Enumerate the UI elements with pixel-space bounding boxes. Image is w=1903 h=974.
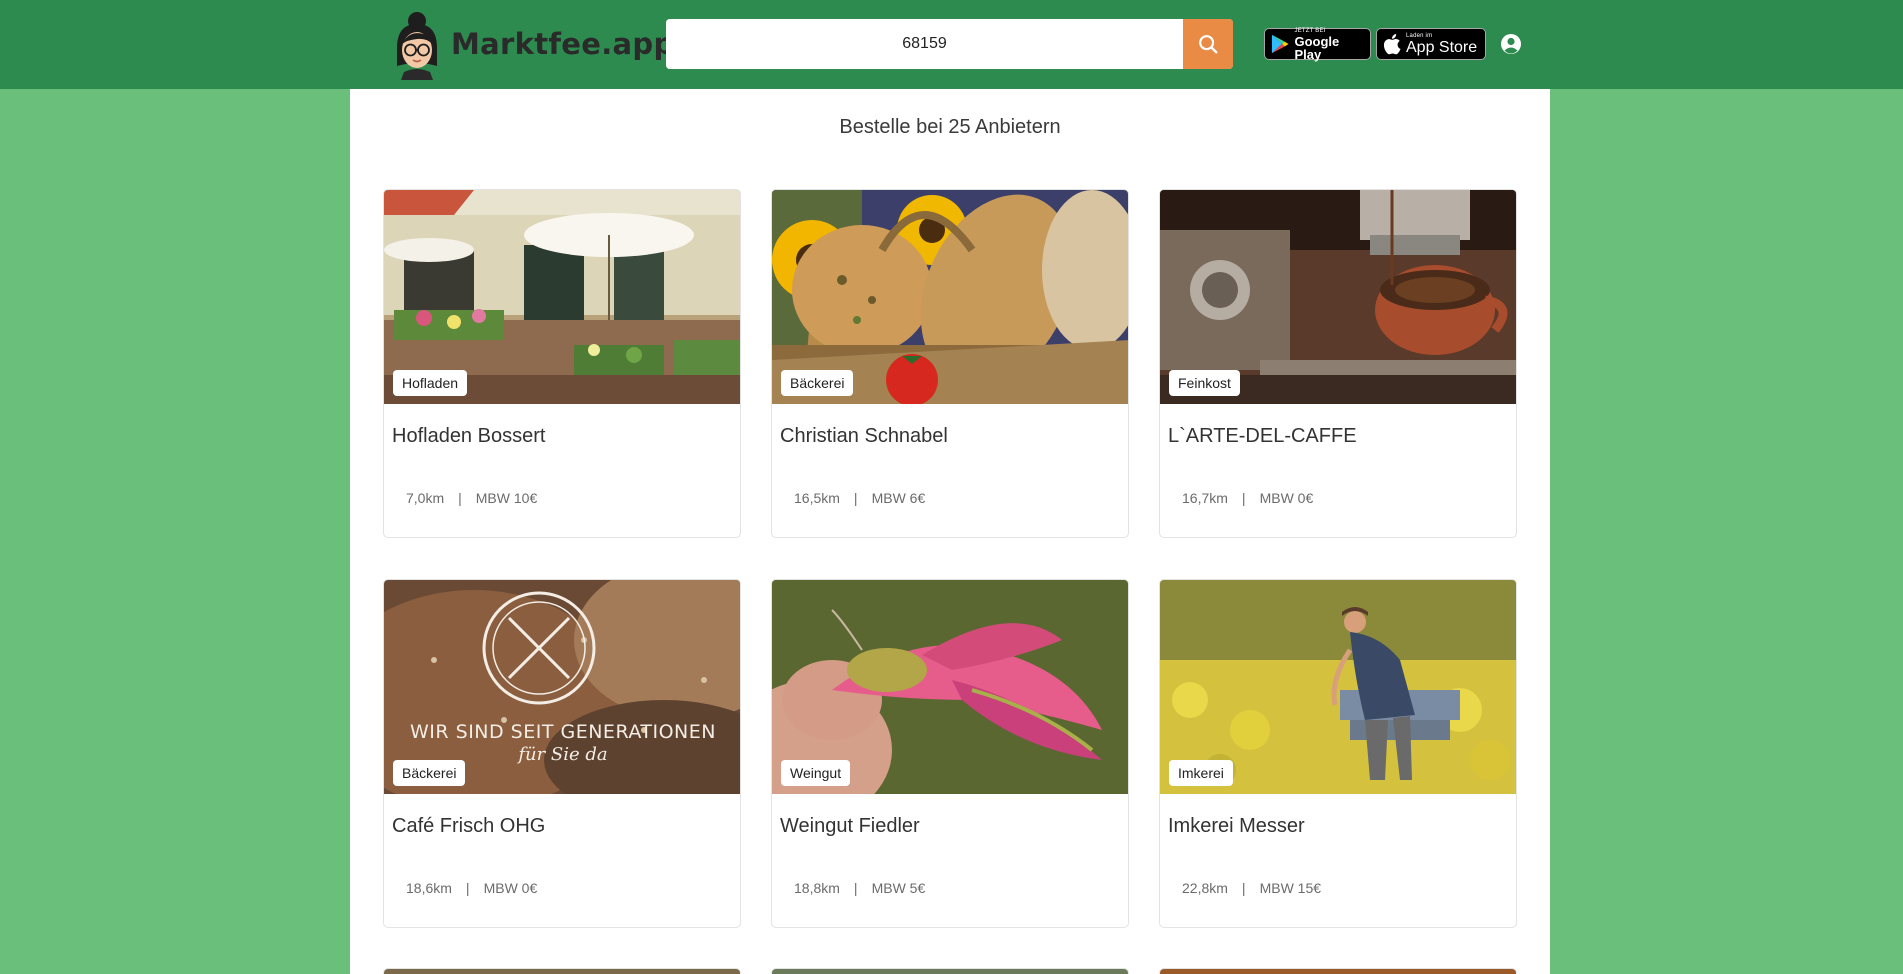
app-store-badge-label: App Store (1406, 38, 1478, 56)
app-store-badge[interactable]: Laden im App Store (1376, 28, 1486, 60)
vendor-distance: 18,8km (794, 880, 840, 896)
vendor-name: Café Frisch OHG (392, 815, 546, 837)
logo-avatar-icon (389, 8, 445, 80)
vendor-distance: 7,0km (406, 490, 445, 506)
vendor-card[interactable] (1159, 968, 1517, 974)
vendor-name: Hofladen Bossert (392, 425, 546, 447)
meta-separator: | (853, 490, 858, 506)
category-badge: Weingut (781, 760, 851, 786)
meta-separator: | (458, 490, 462, 506)
search-icon (1199, 35, 1218, 54)
brand-name: Marktfee.app (451, 27, 675, 61)
vendor-distance: 22,8km (1182, 880, 1228, 896)
vendor-meta: 7,0km | MBW 10€ (406, 490, 537, 506)
vendor-name: Imkerei Messer (1168, 815, 1305, 837)
vendor-distance: 18,6km (406, 880, 452, 896)
vendor-name: Christian Schnabel (780, 425, 948, 447)
brand-logo[interactable]: Marktfee.app (389, 8, 675, 80)
category-badge: Bäckerei (781, 370, 854, 396)
meta-separator: | (1241, 880, 1246, 896)
vendor-image: Bäckerei (772, 190, 1128, 404)
vendor-card[interactable]: Hofladen Hofladen Bossert 7,0km | MBW 10… (383, 189, 741, 538)
meta-separator: | (1241, 490, 1246, 506)
vendor-distance: 16,5km (794, 490, 840, 506)
postcode-search-input[interactable] (666, 19, 1183, 69)
vendor-meta: 16,5km | MBW 6€ (794, 490, 925, 506)
vendor-min-order: MBW 10€ (475, 490, 538, 506)
image-overlay-text: WIR SIND SEIT GENERATIONEN (410, 721, 716, 743)
app-store-badge-small-text: Laden im (1406, 32, 1433, 39)
page-title: Bestelle bei 25 Anbietern (839, 116, 1061, 138)
google-play-badge[interactable]: JETZT BEI Google Play (1264, 27, 1371, 62)
google-play-icon (1271, 34, 1289, 54)
vendor-card[interactable]: Bäckerei Christian Schnabel 16,5km | MBW… (771, 189, 1129, 538)
category-badge: Hofladen (393, 370, 468, 396)
vendor-distance: 16,7km (1182, 490, 1228, 506)
vendor-card[interactable]: Imkerei Imkerei Messer 22,8km | MBW 15€ (1159, 579, 1517, 928)
category-badge: Feinkost (1169, 370, 1240, 396)
vendor-min-order: MBW 6€ (871, 490, 926, 506)
vendor-card[interactable]: Weingut Weingut Fiedler 18,8km | MBW 5€ (771, 579, 1129, 928)
vendor-image: Weingut (772, 580, 1128, 794)
vendor-min-order: MBW 15€ (1259, 880, 1322, 896)
vendor-meta: 16,7km | MBW 0€ (1182, 490, 1313, 506)
vendor-image: WIR SIND SEIT GENERATIONEN für Sie da Bä… (384, 580, 740, 794)
google-play-badge-small-text: JETZT BEI (1294, 27, 1326, 34)
vendor-image: Feinkost (1160, 190, 1516, 404)
vendor-min-order: MBW 5€ (871, 880, 926, 896)
search-button[interactable] (1183, 19, 1233, 69)
user-circle-icon[interactable] (1500, 33, 1522, 55)
vendor-image: Imkerei (1160, 580, 1516, 794)
vendor-image (384, 969, 740, 974)
vendor-image (1160, 969, 1516, 974)
category-badge: Bäckerei (393, 760, 466, 786)
google-play-badge-label: Google Play (1294, 33, 1340, 62)
vendor-card[interactable]: Feinkost L`ARTE-DEL-CAFFE 16,7km | MBW 0… (1159, 189, 1517, 538)
vendor-card[interactable]: WIR SIND SEIT GENERATIONEN für Sie da Bä… (383, 579, 741, 928)
meta-separator: | (465, 880, 470, 896)
vendor-image: Hofladen (384, 190, 740, 404)
vendor-card[interactable] (771, 968, 1129, 974)
vendor-meta: 18,8km | MBW 5€ (794, 880, 925, 896)
vendor-listing: Bestelle bei 25 Anbietern Hofladen Hofla… (350, 89, 1550, 974)
location-search-bar (666, 19, 1233, 69)
category-badge: Imkerei (1169, 760, 1233, 786)
top-navigation-bar: Marktfee.app JETZT BEI Google Play Laden… (0, 0, 1903, 89)
vendor-image (772, 969, 1128, 974)
apple-icon (1383, 34, 1401, 55)
vendor-min-order: MBW 0€ (1259, 490, 1314, 506)
vendor-name: Weingut Fiedler (780, 815, 920, 837)
vendor-name: L`ARTE-DEL-CAFFE (1168, 425, 1357, 447)
vendor-meta: 22,8km | MBW 15€ (1182, 880, 1321, 896)
meta-separator: | (853, 880, 858, 896)
vendor-min-order: MBW 0€ (483, 880, 538, 896)
vendor-card[interactable] (383, 968, 741, 974)
vendor-meta: 18,6km | MBW 0€ (406, 880, 537, 896)
